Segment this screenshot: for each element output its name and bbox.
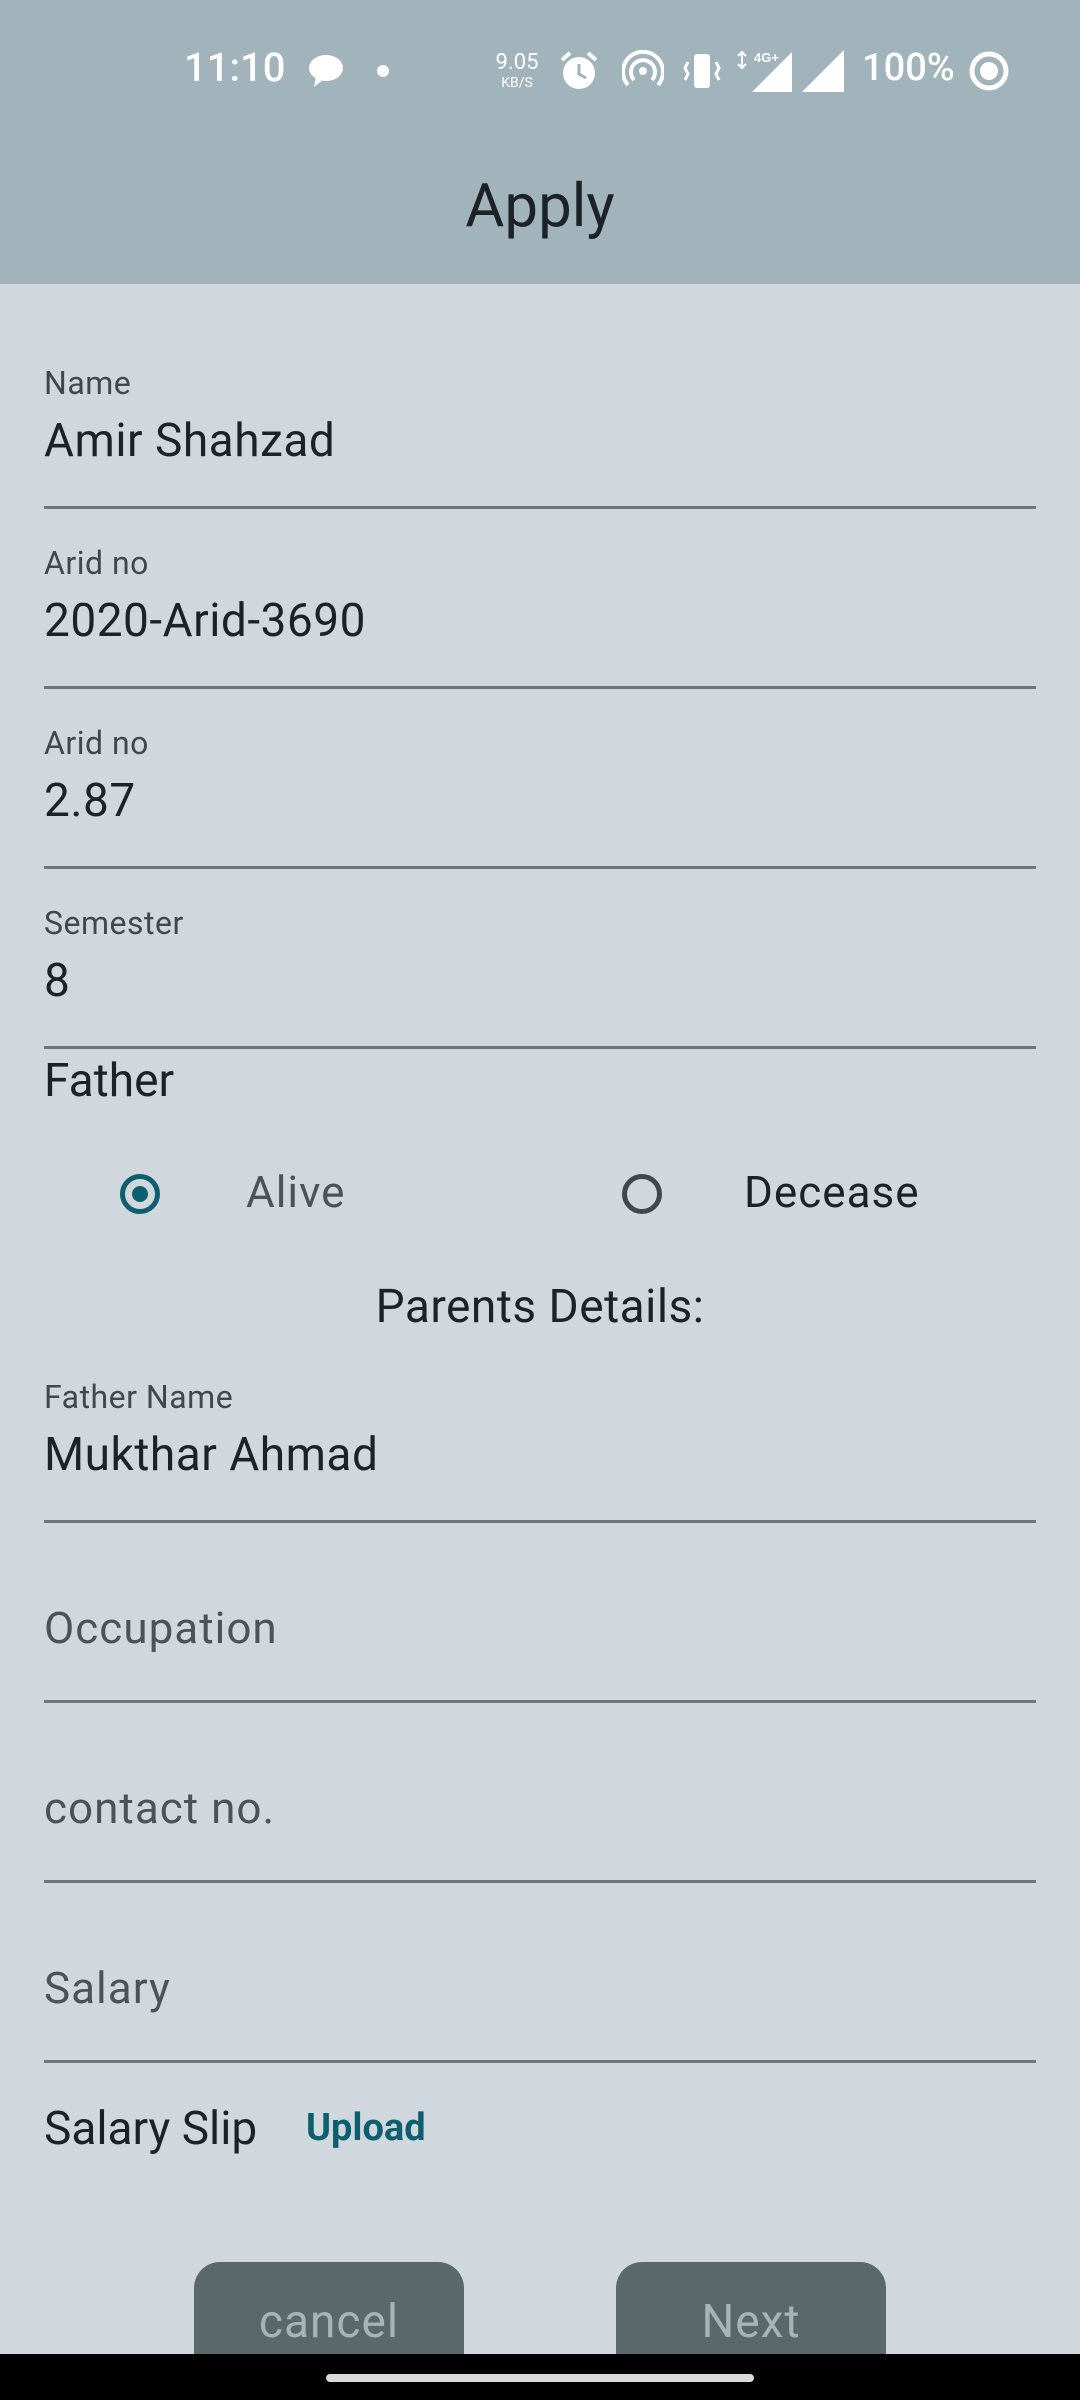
svg-text:4G+: 4G+ [754,50,779,65]
status-bar: 11:10 9.05 KB/S 4G+ 100% [0,0,1080,140]
hotspot-icon [622,50,664,87]
father-name-value: Mukthar Ahmad [44,1428,379,1482]
cgpa-value: 2.87 [44,774,136,828]
decease-radio[interactable] [622,1174,662,1214]
cgpa-field[interactable]: Arid no 2.87 [44,724,1036,869]
father-name-field[interactable]: Father Name Mukthar Ahmad [44,1378,1036,1523]
name-value: Amir Shahzad [44,414,336,468]
occupation-placeholder: Occupation [44,1602,278,1654]
semester-field[interactable]: Semester 8 [44,904,1036,1049]
signal-icon [802,50,844,92]
salary-placeholder: Salary [44,1962,171,2014]
contact-field[interactable]: contact no. [44,1738,1036,1883]
navigation-bar [0,2354,1080,2400]
semester-value: 8 [44,954,71,1008]
alive-radio[interactable] [120,1174,160,1214]
home-handle[interactable] [326,2374,754,2382]
dot-icon [377,65,389,77]
name-label: Name [44,364,132,402]
net-speed-value: 9.05 [495,50,539,75]
upload-button[interactable]: Upload [306,2106,426,2150]
occupation-field[interactable]: Occupation [44,1558,1036,1703]
alive-label[interactable]: Alive [246,1166,345,1218]
salary-slip-label: Salary Slip [44,2102,258,2156]
vibrate-icon [683,54,721,88]
cgpa-label: Arid no [44,724,149,762]
signal-4g-icon: 4G+ [737,50,792,92]
net-speed-unit: KB/S [501,75,533,91]
battery-ring-icon [969,51,1009,91]
parents-details-heading: Parents Details: [375,1280,705,1334]
page-title: Apply [465,170,615,241]
salary-field[interactable]: Salary [44,1918,1036,2063]
name-field[interactable]: Name Amir Shahzad [44,364,1036,509]
decease-label[interactable]: Decease [744,1166,920,1218]
contact-placeholder: contact no. [44,1782,276,1834]
semester-label: Semester [44,904,184,942]
net-speed: 9.05 KB/S [494,50,540,91]
arid-no-label: Arid no [44,544,149,582]
father-status-label: Father [44,1054,175,1108]
alarm-icon [560,51,598,89]
battery-percent: 100% [862,46,955,90]
status-time: 11:10 [184,44,286,91]
app-bar: Apply [0,140,1080,284]
father-name-label: Father Name [44,1378,234,1416]
arid-no-value: 2020-Arid-3690 [44,594,366,648]
arid-no-field[interactable]: Arid no 2020-Arid-3690 [44,544,1036,689]
chat-bubble-icon [309,55,343,87]
